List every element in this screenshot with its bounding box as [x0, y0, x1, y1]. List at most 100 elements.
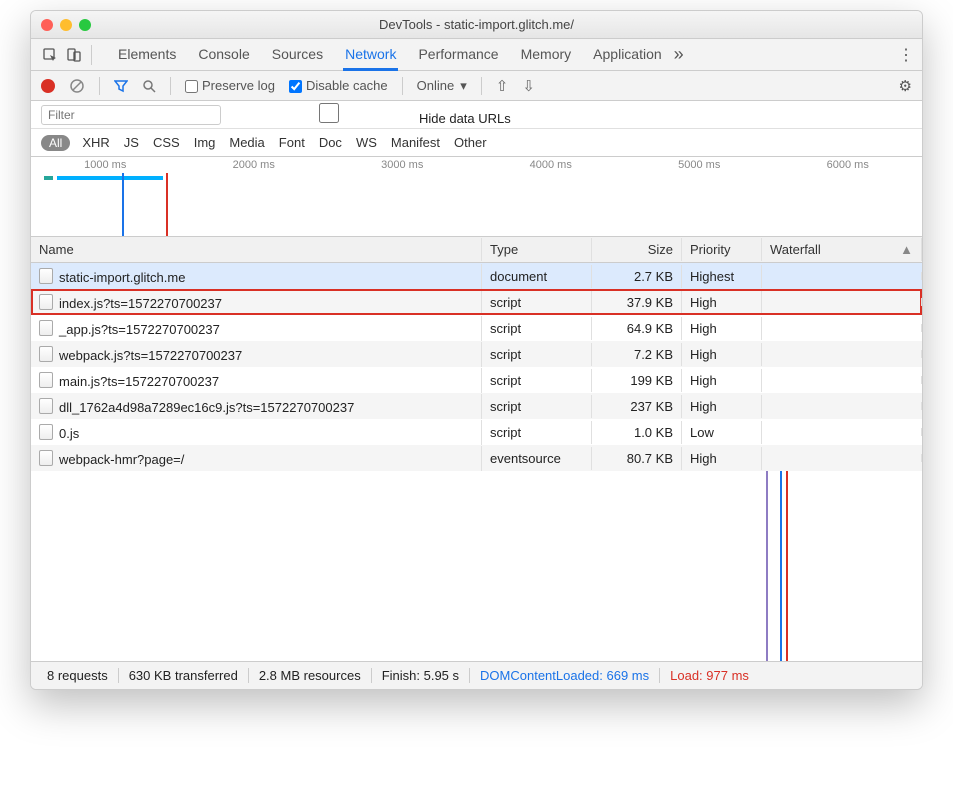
overview-timeline[interactable]: 1000 ms2000 ms3000 ms4000 ms5000 ms6000 …: [31, 157, 922, 237]
preserve-log-toggle[interactable]: Preserve log: [185, 78, 275, 93]
file-icon: [39, 348, 59, 363]
table-row[interactable]: main.js?ts=1572270700237 script199 KBHigh: [31, 367, 922, 393]
request-priority: High: [682, 447, 762, 470]
clear-icon[interactable]: [69, 78, 85, 94]
timeline-tick: 6000 ms: [774, 159, 923, 171]
col-header-name[interactable]: Name: [31, 238, 482, 261]
close-icon[interactable]: [41, 19, 53, 31]
request-type: script: [482, 369, 592, 392]
request-type: script: [482, 395, 592, 418]
tab-performance[interactable]: Performance: [416, 40, 500, 70]
request-priority: High: [682, 317, 762, 340]
file-icon: [39, 374, 59, 389]
separator: [402, 77, 403, 95]
request-type: document: [482, 265, 592, 288]
tab-console[interactable]: Console: [196, 40, 251, 70]
request-name: 0.js: [59, 426, 79, 441]
file-icon: [39, 296, 59, 311]
sort-indicator-icon: ▲: [900, 242, 913, 257]
disable-cache-toggle[interactable]: Disable cache: [289, 78, 388, 93]
hide-data-urls-label: Hide data URLs: [419, 111, 511, 126]
table-row[interactable]: webpack.js?ts=1572270700237script7.2 KBH…: [31, 341, 922, 367]
tab-network[interactable]: Network: [343, 40, 398, 71]
more-panels-icon[interactable]: »: [674, 44, 684, 65]
separator: [91, 45, 92, 65]
col-header-size[interactable]: Size: [592, 238, 682, 261]
col-header-priority[interactable]: Priority: [682, 238, 762, 261]
type-filter-img[interactable]: Img: [194, 135, 216, 150]
table-row[interactable]: _app.js?ts=1572270700237script64.9 KBHig…: [31, 315, 922, 341]
type-filter-ws[interactable]: WS: [356, 135, 377, 150]
request-size: 2.7 KB: [592, 265, 682, 288]
type-filter-font[interactable]: Font: [279, 135, 305, 150]
timeline-tick: 3000 ms: [328, 159, 477, 171]
waterfall-guideline: [780, 471, 782, 661]
hide-data-urls-toggle[interactable]: Hide data URLs: [239, 103, 511, 126]
request-size: 64.9 KB: [592, 317, 682, 340]
col-header-type[interactable]: Type: [482, 238, 592, 261]
zoom-icon[interactable]: [79, 19, 91, 31]
waterfall-guideline: [766, 471, 768, 661]
request-priority: High: [682, 395, 762, 418]
window-title: DevTools - static-import.glitch.me/: [31, 17, 922, 32]
request-size: 199 KB: [592, 369, 682, 392]
type-filter-xhr[interactable]: XHR: [82, 135, 109, 150]
table-row[interactable]: webpack-hmr?page=/eventsource80.7 KBHigh: [31, 445, 922, 471]
disable-cache-label: Disable cache: [306, 78, 388, 93]
filter-input[interactable]: [41, 105, 221, 125]
type-filter-css[interactable]: CSS: [153, 135, 180, 150]
type-filter-media[interactable]: Media: [229, 135, 264, 150]
table-row[interactable]: dll_1762a4d98a7289ec16c9.js?ts=157227070…: [31, 393, 922, 419]
tab-sources[interactable]: Sources: [270, 40, 325, 70]
separator: [170, 77, 171, 95]
table-header: Name Type Size Priority Waterfall ▲: [31, 237, 922, 263]
table-row[interactable]: index.js?ts=1572270700237 script37.9 KBHi…: [31, 289, 922, 315]
throttle-select[interactable]: Online ▾: [417, 78, 467, 94]
download-har-icon[interactable]: ⇩: [522, 77, 535, 95]
table-empty-area: [31, 471, 922, 661]
type-filter-bar: All XHR JS CSS Img Media Font Doc WS Manifest Oth…: [31, 129, 922, 157]
request-name: main.js?ts=1572270700237: [59, 374, 219, 389]
device-icon[interactable]: [63, 44, 85, 66]
chevron-down-icon: ▾: [460, 78, 467, 94]
table-row[interactable]: static-import.glitch.medocument2.7 KBHig…: [31, 263, 922, 289]
col-header-waterfall[interactable]: Waterfall ▲: [762, 238, 922, 261]
request-priority: High: [682, 291, 762, 314]
kebab-menu-icon[interactable]: ⋮: [898, 45, 914, 65]
request-type: eventsource: [482, 447, 592, 470]
panel-tabs: Elements Console Sources Network Performance…: [116, 40, 664, 70]
filter-bar: Hide data URLs: [31, 101, 922, 129]
file-icon: [39, 426, 59, 441]
separator: [99, 77, 100, 95]
settings-icon[interactable]: ⚙: [899, 77, 912, 95]
request-priority: High: [682, 369, 762, 392]
filter-icon[interactable]: [114, 79, 128, 93]
request-size: 37.9 KB: [592, 291, 682, 314]
file-icon: [39, 322, 59, 337]
type-filter-other[interactable]: Other: [454, 135, 487, 150]
network-toolbar: Preserve log Disable cache Online ▾ ⇧ ⇩ …: [31, 71, 922, 101]
timeline-tick: 5000 ms: [625, 159, 774, 171]
tab-application[interactable]: Application: [591, 40, 664, 70]
status-transferred: 630 KB transferred: [119, 668, 249, 683]
request-type: script: [482, 343, 592, 366]
timeline-ticks: 1000 ms2000 ms3000 ms4000 ms5000 ms6000 …: [31, 157, 922, 173]
upload-har-icon[interactable]: ⇧: [496, 77, 509, 95]
type-filter-doc[interactable]: Doc: [319, 135, 342, 150]
request-type: script: [482, 291, 592, 314]
request-priority: Highest: [682, 265, 762, 288]
type-filter-manifest[interactable]: Manifest: [391, 135, 440, 150]
type-filter-js[interactable]: JS: [124, 135, 139, 150]
record-button[interactable]: [41, 79, 55, 93]
request-name: index.js?ts=1572270700237: [59, 296, 222, 311]
tab-elements[interactable]: Elements: [116, 40, 178, 70]
table-row[interactable]: 0.jsscript1.0 KBLow: [31, 419, 922, 445]
search-icon[interactable]: [142, 79, 156, 93]
minimize-icon[interactable]: [60, 19, 72, 31]
type-filter-all[interactable]: All: [41, 135, 70, 151]
request-size: 80.7 KB: [592, 447, 682, 470]
timeline-tick: 1000 ms: [31, 159, 180, 171]
inspect-icon[interactable]: [39, 44, 61, 66]
titlebar: DevTools - static-import.glitch.me/: [31, 11, 922, 39]
tab-memory[interactable]: Memory: [519, 40, 574, 70]
